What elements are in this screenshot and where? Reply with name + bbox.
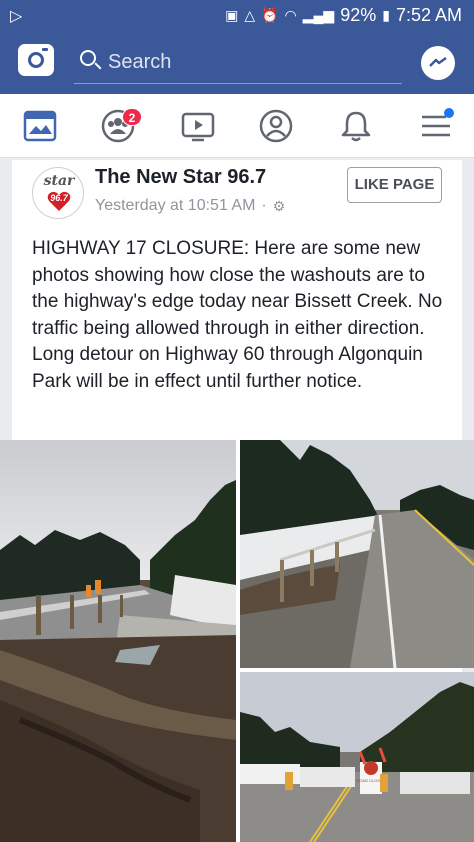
post-body: HIGHWAY 17 CLOSURE: Here are some new ph… [32, 238, 443, 392]
page-avatar[interactable]: star 96.7 [32, 167, 84, 219]
search-input[interactable] [108, 46, 388, 78]
notification-icon: ▷ [10, 8, 23, 25]
search-icon [80, 50, 96, 66]
bell-icon[interactable] [338, 108, 374, 144]
nav-bar [0, 94, 474, 158]
post-meta: Yesterday at 10:51 AM · ⚙ [95, 197, 285, 215]
wifi-icon: ◠ [284, 7, 297, 23]
page-name[interactable]: The New Star 96.7 [95, 166, 266, 189]
clock: 7:52 AM [395, 5, 462, 25]
alarm-icon: ⏰ [261, 7, 279, 23]
signal-icon: ▂▄▆ [302, 7, 335, 23]
app-header [0, 32, 474, 94]
notification-badge: 2 [122, 108, 142, 126]
gear-icon[interactable]: ⚙ [273, 198, 286, 215]
battery-percent: 92% [340, 5, 377, 25]
meta-separator: · [261, 197, 267, 214]
camera-icon[interactable] [18, 44, 54, 76]
profile-icon[interactable] [258, 108, 294, 144]
photo-washout[interactable] [0, 440, 236, 842]
search-bar[interactable] [74, 46, 402, 84]
messenger-icon[interactable] [421, 46, 455, 80]
status-bar: ▷ ▣ △ ⏰ ◠ ▂▄▆ 92% ▮ 7:52 AM [0, 0, 474, 32]
post-timestamp[interactable]: Yesterday at 10:51 AM [95, 197, 255, 215]
alert-icon: △ [244, 7, 256, 23]
photo-guardrail[interactable] [240, 440, 474, 668]
like-page-button[interactable]: LIKE PAGE [347, 167, 442, 203]
battery-icon: ▮ [382, 7, 390, 23]
news-feed-icon[interactable] [22, 108, 58, 144]
photo-roadblock[interactable]: ROAD CLOSED [240, 672, 474, 842]
menu-new-dot [444, 108, 454, 118]
watch-icon[interactable] [180, 108, 216, 144]
photo-icon: ▣ [225, 7, 239, 23]
